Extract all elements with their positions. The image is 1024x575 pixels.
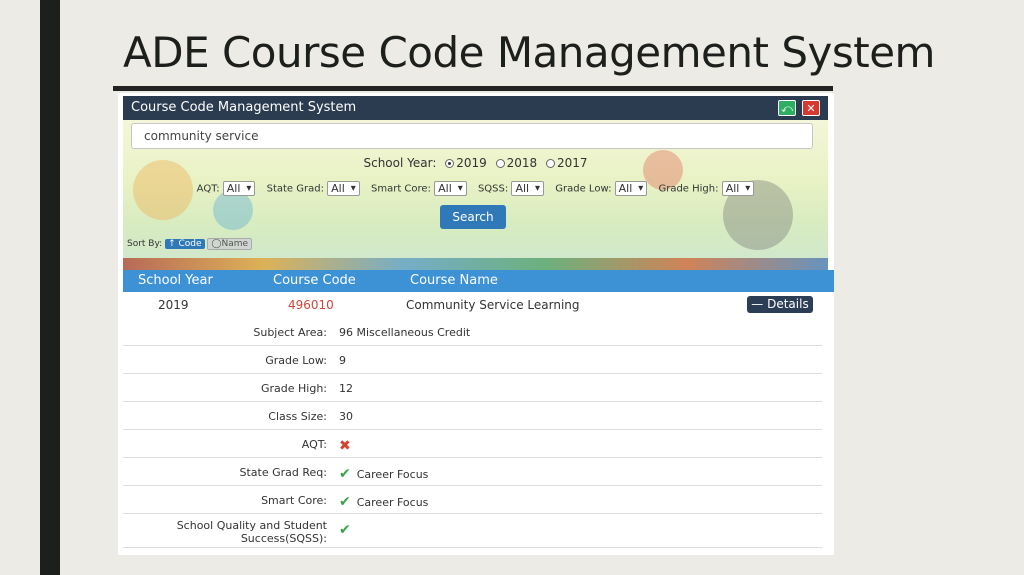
detail-value: ✔ Career Focus bbox=[339, 466, 428, 482]
detail-row-grade-high: Grade High: 12 bbox=[123, 374, 822, 402]
search-panel: community service School Year: 2019 2018… bbox=[123, 120, 828, 270]
detail-value: ✔ bbox=[339, 522, 357, 538]
detail-value: 30 bbox=[339, 410, 353, 423]
filter-grade-low-label: Grade Low: bbox=[555, 183, 612, 195]
detail-label-line2: Success(SQSS): bbox=[240, 532, 327, 545]
radio-2017-label: 2017 bbox=[556, 156, 588, 170]
detail-value-text: Career Focus bbox=[356, 496, 429, 509]
slide-title: ADE Course Code Management System bbox=[123, 28, 935, 77]
radio-2018[interactable] bbox=[495, 159, 505, 168]
radio-2017[interactable] bbox=[545, 159, 555, 168]
filter-sqss-label: SQSS: bbox=[477, 183, 509, 195]
radio-2019-label: 2019 bbox=[456, 156, 487, 170]
detail-row-state-grad-req: State Grad Req: ✔ Career Focus bbox=[123, 458, 822, 486]
cross-icon: ✖ bbox=[339, 438, 351, 454]
filter-aqt-label: AQT: bbox=[196, 183, 220, 195]
filter-grade-high-label: Grade High: bbox=[658, 183, 719, 195]
detail-label: Smart Core: bbox=[261, 494, 327, 507]
detail-label: Class Size: bbox=[268, 410, 327, 423]
filter-grade-high-select[interactable]: All bbox=[721, 181, 755, 196]
filter-smart-core-select[interactable]: All bbox=[434, 181, 467, 196]
title-divider bbox=[113, 86, 833, 91]
detail-row-grade-low: Grade Low: 9 bbox=[123, 346, 822, 374]
detail-row-subject-area: Subject Area: 96 Miscellaneous Credit bbox=[123, 318, 822, 346]
filter-state-grad: State Grad: All bbox=[267, 181, 360, 196]
filter-aqt-select[interactable]: All bbox=[222, 181, 256, 196]
detail-label: Grade High: bbox=[260, 382, 327, 395]
slide-left-bar bbox=[40, 0, 60, 575]
detail-label: State Grad Req: bbox=[239, 466, 327, 479]
detail-value: 12 bbox=[339, 382, 353, 395]
sort-controls: Sort By: ↑ Code ◯Name bbox=[127, 238, 253, 250]
filter-smart-core-label: Smart Core: bbox=[370, 183, 431, 195]
search-input[interactable]: community service bbox=[131, 123, 813, 149]
detail-label: AQT: bbox=[301, 438, 327, 451]
school-year-label: School Year: bbox=[363, 156, 437, 170]
search-button[interactable]: Search bbox=[440, 205, 506, 229]
detail-value: ✔ Career Focus bbox=[339, 494, 428, 510]
school-year-group: School Year: 2019 2018 2017 bbox=[123, 156, 828, 170]
detail-value: 96 Miscellaneous Credit bbox=[339, 326, 471, 339]
results-table-header: School Year Course Code Course Name bbox=[123, 270, 834, 292]
check-icon: ✔ bbox=[339, 494, 351, 510]
detail-value-text: Career Focus bbox=[356, 468, 429, 481]
check-icon: ✔ bbox=[339, 466, 351, 482]
row-course-name: Community Service Learning bbox=[406, 298, 580, 312]
restore-button[interactable]: ⤺ bbox=[778, 100, 796, 116]
sort-label: Sort By: bbox=[127, 239, 163, 249]
header-school-year[interactable]: School Year bbox=[138, 270, 213, 292]
check-icon: ✔ bbox=[339, 522, 351, 538]
close-icon: ✕ bbox=[806, 102, 816, 115]
detail-label: School Quality and Student Success(SQSS): bbox=[177, 519, 327, 545]
filter-grade-low: Grade Low: All bbox=[555, 181, 648, 196]
detail-value: ✖ bbox=[339, 438, 351, 454]
filter-sqss: SQSS: All bbox=[477, 181, 545, 196]
sort-by-code-button[interactable]: ↑ Code bbox=[165, 239, 205, 249]
filter-state-grad-label: State Grad: bbox=[266, 183, 324, 195]
row-course-code: 496010 bbox=[288, 298, 334, 312]
detail-row-aqt: AQT: ✖ bbox=[123, 430, 822, 458]
close-button[interactable]: ✕ bbox=[802, 100, 820, 116]
filter-row: AQT: All State Grad: All Smart Core: All… bbox=[123, 181, 828, 196]
filter-state-grad-select[interactable]: All bbox=[327, 181, 360, 196]
row-school-year: 2019 bbox=[158, 298, 189, 312]
detail-label: Subject Area: bbox=[253, 326, 327, 339]
header-course-code[interactable]: Course Code bbox=[273, 270, 356, 292]
app-window: Course Code Management System ⤺ ✕ commun… bbox=[118, 93, 834, 555]
radio-2018-label: 2018 bbox=[506, 156, 538, 170]
detail-row-sqss: School Quality and Student Success(SQSS):… bbox=[123, 514, 822, 548]
window-title: Course Code Management System bbox=[131, 100, 357, 115]
details-toggle-button[interactable]: — Details bbox=[747, 296, 813, 313]
table-row[interactable]: 2019 496010 Community Service Learning —… bbox=[123, 292, 834, 318]
filter-sqss-select[interactable]: All bbox=[511, 181, 545, 196]
radio-2019[interactable] bbox=[445, 159, 455, 168]
sort-by-name-button[interactable]: ◯Name bbox=[207, 238, 253, 250]
banner-strip bbox=[123, 258, 828, 270]
header-course-name[interactable]: Course Name bbox=[410, 270, 498, 292]
detail-row-class-size: Class Size: 30 bbox=[123, 402, 822, 430]
detail-label: Grade Low: bbox=[265, 354, 327, 367]
detail-label-line1: School Quality and Student bbox=[176, 519, 327, 532]
filter-grade-low-select[interactable]: All bbox=[614, 181, 648, 196]
filter-smart-core: Smart Core: All bbox=[371, 181, 467, 196]
decor-circle bbox=[213, 190, 253, 230]
filter-grade-high: Grade High: All bbox=[658, 181, 755, 196]
restore-icon: ⤺ bbox=[781, 102, 793, 115]
detail-row-smart-core: Smart Core: ✔ Career Focus bbox=[123, 486, 822, 514]
window-titlebar: Course Code Management System ⤺ ✕ bbox=[123, 96, 828, 120]
filter-aqt: AQT: All bbox=[197, 181, 256, 196]
detail-value: 9 bbox=[339, 354, 346, 367]
